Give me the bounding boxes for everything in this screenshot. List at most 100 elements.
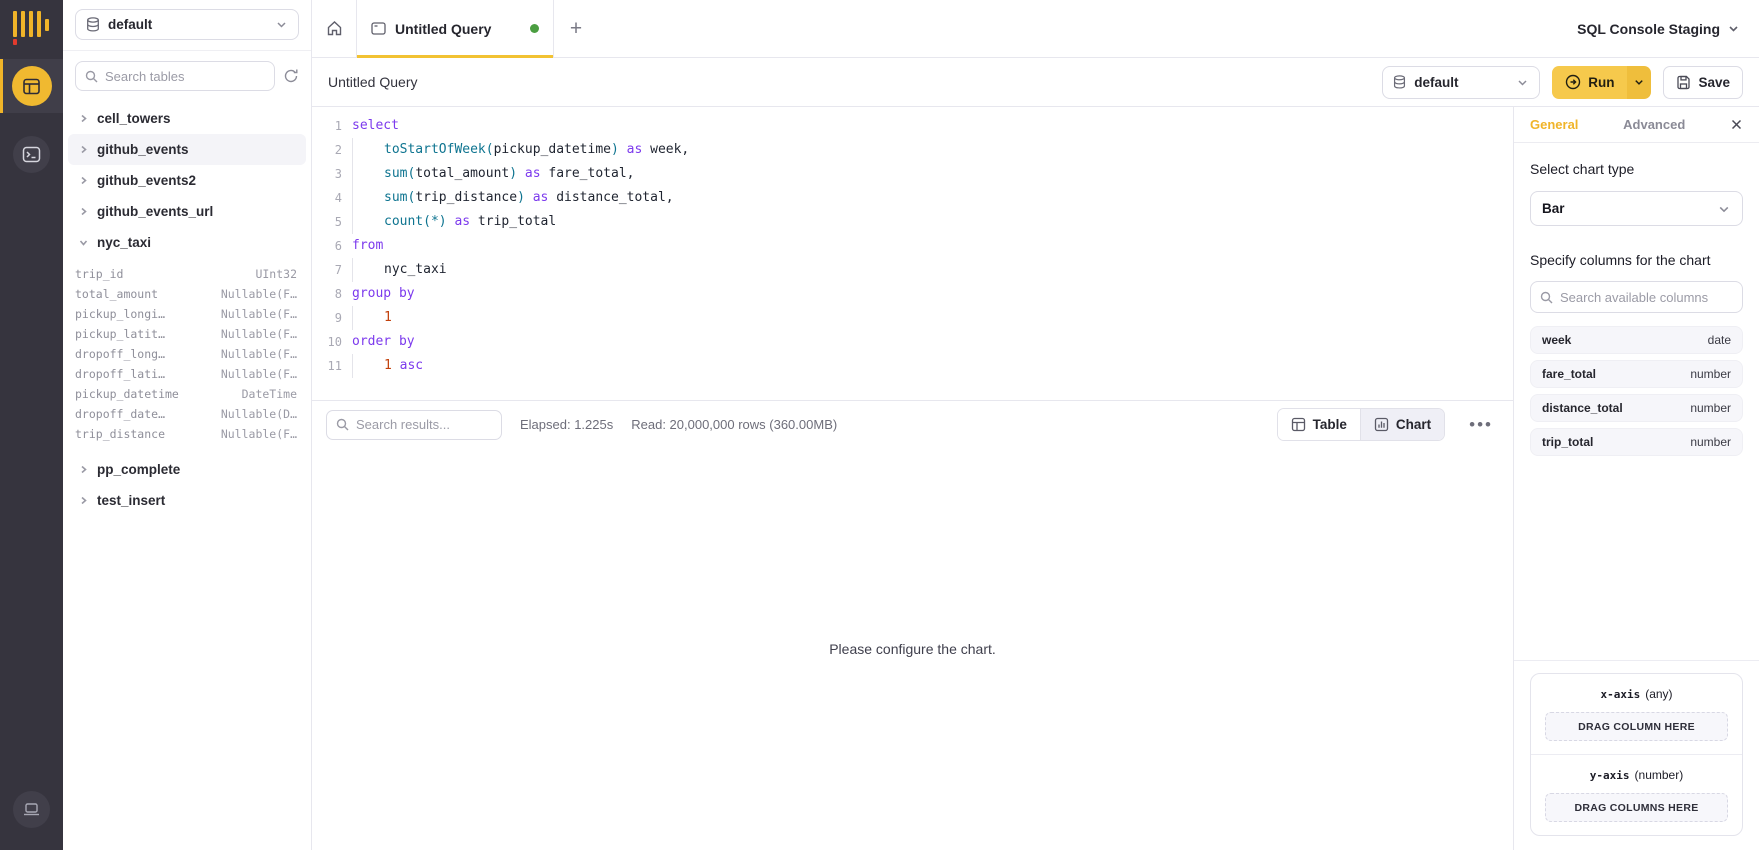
home-icon	[327, 21, 341, 36]
code-line: 5 count(*) as trip_total	[312, 210, 1513, 234]
token-tx: week,	[642, 142, 690, 157]
token-kw: as	[517, 166, 541, 181]
column-pill-fare_total[interactable]: fare_total number	[1530, 360, 1743, 388]
workspace-selector[interactable]: SQL Console Staging	[1577, 0, 1759, 57]
table-name: github_events_url	[97, 204, 214, 219]
y-axis-dropzone[interactable]: DRAG COLUMNS HERE	[1545, 793, 1728, 822]
token-kw: asc	[391, 358, 424, 373]
rail-item-support[interactable]	[0, 782, 63, 836]
chart-config-panel: General Advanced Select chart type Bar S…	[1513, 107, 1759, 850]
search-icon	[85, 70, 98, 82]
pill-type: number	[1690, 401, 1731, 415]
chart-type-select[interactable]: Bar	[1530, 191, 1743, 226]
column-name: dropoff_lati…	[75, 367, 166, 381]
run-label: Run	[1588, 74, 1615, 90]
rail-item-terminal[interactable]	[0, 127, 63, 181]
token-fn: toStartOfWeek(	[384, 142, 494, 157]
x-axis-dropzone[interactable]: DRAG COLUMN HERE	[1545, 712, 1728, 741]
code-line: 4 sum(trip_distance) as distance_total,	[312, 186, 1513, 210]
content-column: Untitled Query + SQL Console Staging Unt…	[312, 0, 1759, 850]
chevron-down-icon	[1518, 79, 1527, 86]
token-kw: group by	[352, 286, 415, 301]
search-columns-input[interactable]: Search available columns	[1530, 281, 1743, 313]
code-text: select	[352, 114, 399, 138]
workspace-label: SQL Console Staging	[1577, 20, 1720, 37]
close-panel-button[interactable]	[1730, 118, 1743, 131]
search-results-input[interactable]: Search results...	[326, 409, 502, 440]
pill-name: fare_total	[1542, 367, 1597, 381]
table-view-button[interactable]: Table	[1277, 409, 1360, 440]
database-selector-value: default	[108, 17, 153, 32]
token-fn: count(*)	[384, 214, 447, 229]
table-item-github_events2[interactable]: github_events2	[68, 165, 306, 196]
table-name: cell_towers	[97, 111, 171, 126]
clickhouse-logo[interactable]	[12, 11, 52, 45]
column-name: pickup_datetime	[75, 387, 179, 401]
run-options-button[interactable]	[1627, 65, 1652, 99]
chevron-right-icon	[81, 176, 87, 185]
run-icon	[1566, 74, 1581, 90]
tab-untitled-query[interactable]: Untitled Query	[356, 0, 554, 58]
column-pill-trip_total[interactable]: trip_total number	[1530, 428, 1743, 456]
code-line: 1 select	[312, 114, 1513, 138]
chevron-right-icon	[81, 114, 87, 123]
y-axis-section: y-axis (number) DRAG COLUMNS HERE	[1531, 754, 1742, 835]
tab-general[interactable]: General	[1530, 117, 1578, 132]
chart-view-button[interactable]: Chart	[1359, 409, 1445, 440]
indent-guide	[352, 258, 353, 282]
tab-advanced[interactable]: Advanced	[1623, 117, 1685, 132]
line-number: 10	[327, 335, 342, 349]
line-number: 9	[334, 311, 342, 325]
toolbar-database-value: default	[1414, 74, 1459, 90]
new-tab-button[interactable]: +	[554, 0, 598, 57]
table-name: github_events2	[97, 173, 197, 188]
rail-item-sql-console[interactable]	[0, 59, 63, 113]
chevron-down-icon	[1729, 26, 1738, 32]
table-item-github_events_url[interactable]: github_events_url	[68, 196, 306, 227]
column-type: UInt32	[255, 267, 297, 281]
table-item-nyc_taxi[interactable]: nyc_taxi	[68, 227, 306, 258]
search-icon	[1540, 291, 1553, 303]
database-icon	[87, 17, 99, 32]
search-tables-input[interactable]: Search tables	[75, 61, 275, 91]
table-name: nyc_taxi	[97, 235, 152, 250]
line-number: 7	[334, 263, 342, 277]
indent-guide	[352, 354, 353, 378]
code-line: 7 nyc_taxi	[312, 258, 1513, 282]
column-pill-distance_total[interactable]: distance_total number	[1530, 394, 1743, 422]
pill-type: number	[1690, 435, 1731, 449]
table-item-test_insert[interactable]: test_insert	[68, 485, 306, 516]
run-button-group: Run	[1552, 65, 1652, 99]
column-name: total_amount	[75, 287, 159, 301]
table-browser-panel: default Search tables cell_towers github_…	[63, 0, 312, 850]
column-row: trip_distance Nullable(F…	[63, 424, 311, 444]
table-item-pp_complete[interactable]: pp_complete	[68, 454, 306, 485]
code-text: group by	[352, 282, 415, 306]
indent-guide	[352, 306, 353, 330]
sql-editor[interactable]: 1 select 2 toStartOfWeek(pickup_datetime) a…	[312, 107, 1513, 400]
sql-console-app: default Search tables cell_towers github_…	[0, 0, 1759, 850]
table-item-github_events[interactable]: github_events	[68, 134, 306, 165]
token-tx: distance_total,	[548, 190, 674, 205]
chevron-down-icon	[1635, 80, 1644, 85]
run-button[interactable]: Run	[1552, 65, 1628, 99]
sql-console-icon	[11, 66, 52, 106]
chevron-right-icon	[81, 465, 87, 474]
more-options-button[interactable]: •••	[1463, 415, 1499, 435]
results-body: Please configure the chart.	[312, 448, 1513, 850]
table-name: test_insert	[97, 493, 166, 508]
refresh-icon[interactable]	[283, 68, 299, 84]
y-axis-label: y-axis	[1589, 769, 1630, 782]
column-name: dropoff_long…	[75, 347, 166, 361]
indent-guide	[352, 186, 353, 210]
toolbar-database-selector[interactable]: default	[1382, 65, 1541, 99]
column-type: DateTime	[241, 387, 297, 401]
save-button[interactable]: Save	[1663, 65, 1743, 99]
column-pill-week[interactable]: week date	[1530, 326, 1743, 354]
home-button[interactable]	[312, 0, 356, 57]
token-tx: pickup_datetime	[493, 142, 611, 157]
token-fn: )	[517, 190, 525, 205]
code-line: 11 1 asc	[312, 354, 1513, 378]
database-selector[interactable]: default	[75, 9, 299, 40]
table-item-cell_towers[interactable]: cell_towers	[68, 103, 306, 134]
